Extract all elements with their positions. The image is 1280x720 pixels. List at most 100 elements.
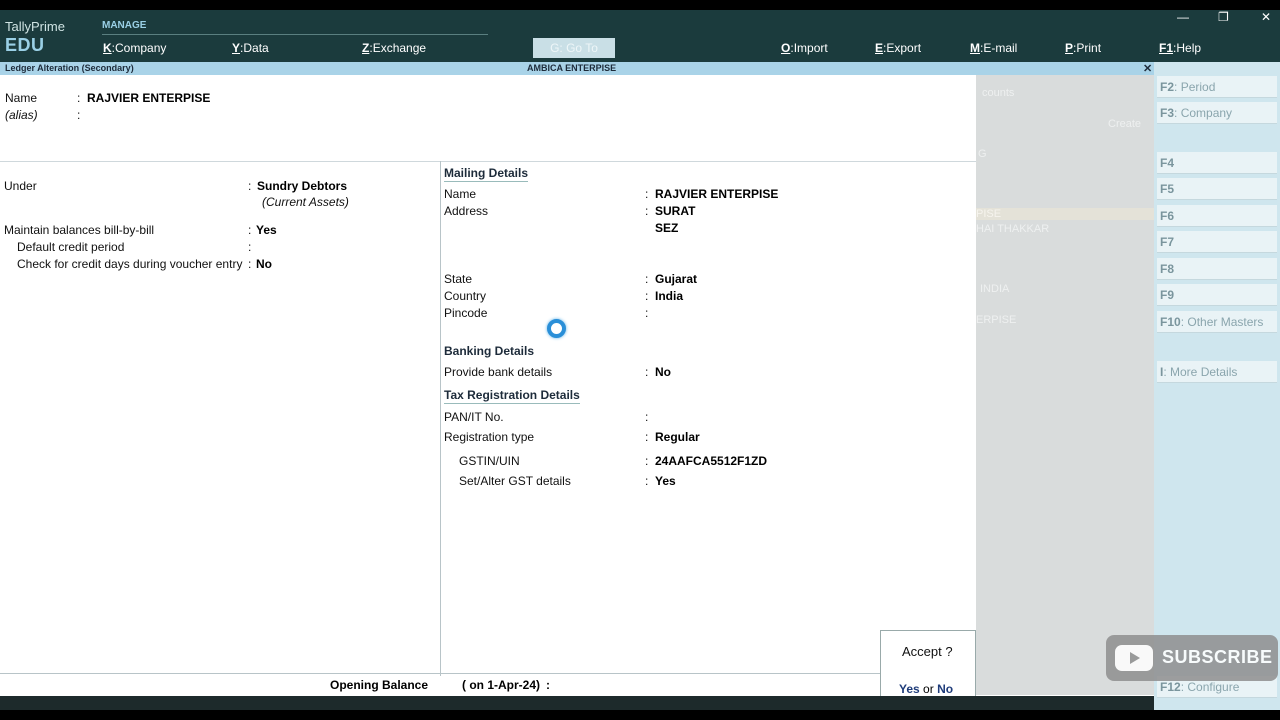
manage-label: MANAGE (102, 20, 147, 31)
menu-import-label: Import (793, 41, 828, 55)
footer-divider (0, 673, 880, 674)
fkey-f7-key: F7 (1160, 235, 1175, 249)
fkey-company-key: F3 (1160, 106, 1175, 120)
brand-edition: EDU (5, 35, 45, 55)
tax-section-title: Tax Registration Details (444, 388, 580, 404)
subscribe-text: SUBSCRIBE (1162, 647, 1273, 667)
fkey-f6[interactable]: F6 (1157, 205, 1277, 227)
check-credit-field[interactable]: No (256, 257, 272, 271)
name-field[interactable]: RAJVIER ENTERPISE (87, 91, 210, 105)
menu-email-key: M (970, 41, 980, 55)
brand-name: TallyPrime (5, 19, 65, 34)
ghost-text-5: HAI THAKKAR (976, 223, 1050, 235)
restore-icon[interactable]: ❐ (1218, 10, 1229, 24)
window-close-icon[interactable]: ✕ (1261, 10, 1271, 24)
bank-details-colon: : (645, 365, 649, 379)
screen-title: Ledger Alteration (Secondary) (5, 63, 134, 73)
fkey-f9-key: F9 (1160, 288, 1175, 302)
check-credit-label: Check for credit days during voucher ent… (17, 257, 243, 271)
fkey-company[interactable]: F3: Company (1157, 102, 1277, 124)
state-colon: : (645, 272, 649, 286)
gstin-field[interactable]: 24AAFCA5512F1ZD (655, 454, 767, 468)
fkey-period[interactable]: F2: Period (1157, 76, 1277, 98)
menu-import[interactable]: O:Import (781, 41, 828, 55)
function-key-panel: F2: Period F3: Company F4 F5 F6 F7 F8 F9… (1154, 62, 1280, 710)
goto-button[interactable]: G: Go To (533, 38, 615, 58)
subscribe-watermark: SUBSCRIBE (1106, 635, 1278, 681)
fkey-company-label: Company (1180, 106, 1233, 120)
address-label: Address (444, 204, 489, 218)
fkey-other-masters-key: F10 (1160, 315, 1181, 329)
fkey-period-label: Period (1180, 80, 1216, 94)
check-credit-colon: : (248, 257, 252, 271)
fkey-more-details[interactable]: I: More Details (1157, 361, 1277, 383)
regtype-field[interactable]: Regular (655, 430, 700, 444)
close-icon[interactable]: ✕ (1143, 62, 1152, 75)
opening-balance-date: ( on 1-Apr-24) (462, 678, 540, 692)
menu-export-label: Export (886, 41, 922, 55)
credit-period-colon: : (248, 240, 252, 254)
country-colon: : (645, 289, 649, 303)
mailing-name-colon: : (645, 187, 649, 201)
accept-yes-button[interactable]: Yes (899, 682, 920, 696)
opening-balance-label: Opening Balance (330, 678, 429, 692)
fkey-configure-key: F12 (1160, 680, 1181, 694)
state-label: State (444, 272, 473, 286)
background-screen-panel: counts Create G PISE HAI THAKKAR INDIA E… (976, 75, 1154, 695)
under-field[interactable]: Sundry Debtors (257, 179, 347, 193)
setalter-label: Set/Alter GST details (459, 474, 571, 488)
loading-spinner-icon (547, 319, 566, 338)
menu-help[interactable]: F1:Help (1159, 41, 1201, 55)
fkey-more-details-label: More Details (1170, 365, 1238, 379)
menu-exchange-label: Exchange (372, 41, 427, 55)
billwise-colon: : (248, 223, 252, 237)
accept-no-button[interactable]: No (937, 682, 953, 696)
state-field[interactable]: Gujarat (655, 272, 697, 286)
menu-exchange[interactable]: Z:Exchange (362, 41, 426, 55)
ghost-text-1: counts (982, 87, 1015, 99)
fkey-f5-key: F5 (1160, 182, 1175, 196)
billwise-field[interactable]: Yes (256, 223, 277, 237)
setalter-field[interactable]: Yes (655, 474, 676, 488)
address-line-2[interactable]: SEZ (655, 221, 678, 235)
menu-data[interactable]: Y:Data (232, 41, 269, 55)
fkey-f8-key: F8 (1160, 262, 1175, 276)
fkey-f8[interactable]: F8 (1157, 258, 1277, 280)
fkey-f9[interactable]: F9 (1157, 284, 1277, 306)
ghost-text-7: ERPISE (976, 314, 1017, 326)
youtube-play-icon (1115, 645, 1153, 671)
menu-email[interactable]: M:E-mail (970, 41, 1017, 55)
menu-company[interactable]: K:Company (103, 41, 166, 55)
menu-export[interactable]: E:Export (875, 41, 921, 55)
fkey-f4[interactable]: F4 (1157, 152, 1277, 174)
address-line-1[interactable]: SURAT (655, 204, 695, 218)
fkey-f5[interactable]: F5 (1157, 178, 1277, 200)
name-colon: : (77, 91, 81, 105)
fkey-f4-key: F4 (1160, 156, 1175, 170)
accept-question: Accept ? (902, 644, 953, 659)
menu-data-label: Data (243, 41, 269, 55)
pan-label: PAN/IT No. (444, 410, 504, 424)
mailing-section-title: Mailing Details (444, 166, 529, 182)
minimize-icon[interactable]: — (1177, 10, 1189, 24)
mailing-name-field[interactable]: RAJVIER ENTERPISE (655, 187, 778, 201)
mailing-name-label: Name (444, 187, 477, 201)
menu-company-key: K (103, 41, 112, 55)
country-field[interactable]: India (655, 289, 683, 303)
ghost-text-3: G (978, 148, 987, 160)
bank-details-field[interactable]: No (655, 365, 671, 379)
alias-colon: : (77, 108, 81, 122)
header-divider (0, 161, 976, 162)
menu-print[interactable]: P:Print (1065, 41, 1101, 55)
under-colon: : (248, 179, 252, 193)
bottom-status-bar (0, 696, 1154, 710)
credit-period-label: Default credit period (17, 240, 125, 254)
company-title: AMBICA ENTERPISE (527, 63, 617, 73)
fkey-other-masters[interactable]: F10: Other Masters (1157, 311, 1277, 333)
opening-balance-colon: : (546, 678, 550, 692)
regtype-label: Registration type (444, 430, 535, 444)
ghost-text-2: Create (1108, 118, 1142, 130)
fkey-f7[interactable]: F7 (1157, 231, 1277, 253)
tally-window: TallyPrime EDU MANAGE K:Company Y:Data Z… (0, 10, 1280, 710)
screen-title-bar: Ledger Alteration (Secondary) AMBICA ENT… (0, 62, 1154, 75)
